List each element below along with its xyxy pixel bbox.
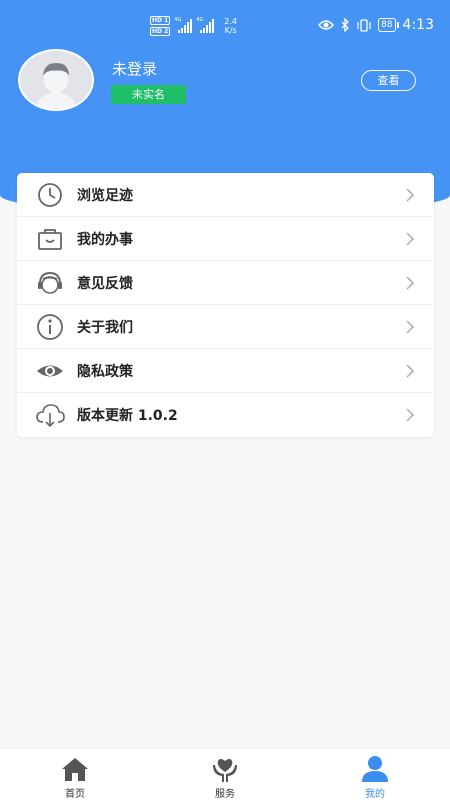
hd2-indicator: HD 2: [150, 27, 171, 36]
nav-tab-label: 我的: [365, 789, 385, 800]
menu-list: 浏览足迹 我的办事 意见反馈 关于我们 隐私政策 版本更新 1.0.2: [17, 173, 434, 437]
speed-value: 2.4: [224, 17, 237, 26]
speed-unit: K/s: [224, 26, 237, 35]
chevron-right-icon: [406, 320, 415, 334]
menu-item-history[interactable]: 浏览足迹: [17, 173, 434, 217]
default-avatar-icon: [20, 51, 92, 109]
nav-tab-mine[interactable]: 我的: [300, 749, 450, 800]
menu-item-about-us[interactable]: 关于我们: [17, 305, 434, 349]
clock-time: 4:13: [402, 17, 434, 33]
nav-tab-services[interactable]: 服务: [150, 749, 300, 800]
hd-indicators: HD 1 HD 2: [150, 16, 171, 36]
bluetooth-icon: [341, 18, 350, 32]
eye-icon: [318, 20, 335, 30]
info-icon: [33, 312, 67, 342]
bag-icon: [33, 224, 67, 254]
user-icon: [362, 756, 388, 782]
menu-item-label: 版本更新 1.0.2: [77, 408, 178, 424]
status-left: HD 1 HD 2 4G 4G 2.4 K/s: [150, 16, 237, 36]
status-right: 88 4:13: [318, 17, 434, 33]
signal2-label: 4G: [196, 17, 204, 23]
bottom-navigation: 首页 服务 我的: [0, 748, 450, 800]
status-bar: HD 1 HD 2 4G 4G 2.4 K/s 88 4:13: [0, 0, 450, 52]
clock-icon: [33, 180, 67, 210]
vibrate-icon: [357, 18, 371, 32]
username[interactable]: 未登录: [112, 58, 157, 79]
avatar[interactable]: [18, 49, 94, 111]
menu-item-label: 隐私政策: [77, 363, 133, 380]
nav-tab-home[interactable]: 首页: [0, 749, 150, 800]
menu-item-privacy-policy[interactable]: 隐私政策: [17, 349, 434, 393]
battery-icon: 88: [378, 18, 400, 32]
chevron-right-icon: [406, 408, 415, 422]
menu-item-my-affairs[interactable]: 我的办事: [17, 217, 434, 261]
menu-item-label: 意见反馈: [77, 275, 133, 292]
signal-icon: 4G: [196, 17, 215, 33]
chevron-right-icon: [406, 364, 415, 378]
signal1-label: 4G: [174, 17, 182, 23]
menu-item-feedback[interactable]: 意见反馈: [17, 261, 434, 305]
cloud-download-icon: [33, 400, 67, 430]
menu-item-version-update[interactable]: 版本更新 1.0.2: [17, 393, 434, 437]
menu-item-label: 浏览足迹: [77, 187, 133, 204]
network-speed: 2.4 K/s: [224, 17, 237, 35]
verify-status-badge: 未实名: [111, 85, 186, 104]
chevron-right-icon: [406, 232, 415, 246]
nav-tab-label: 首页: [65, 789, 85, 800]
view-profile-button[interactable]: 查看: [361, 70, 416, 91]
eye-icon: [33, 356, 67, 386]
headset-icon: [33, 268, 67, 298]
menu-item-label: 我的办事: [77, 231, 133, 248]
heart-hands-icon: [213, 759, 237, 782]
nav-tab-label: 服务: [215, 789, 235, 800]
menu-item-label: 关于我们: [77, 319, 133, 336]
signal-icon: 4G: [174, 17, 193, 33]
chevron-right-icon: [406, 188, 415, 202]
chevron-right-icon: [406, 276, 415, 290]
hd1-indicator: HD 1: [150, 16, 171, 25]
home-icon: [62, 758, 88, 781]
